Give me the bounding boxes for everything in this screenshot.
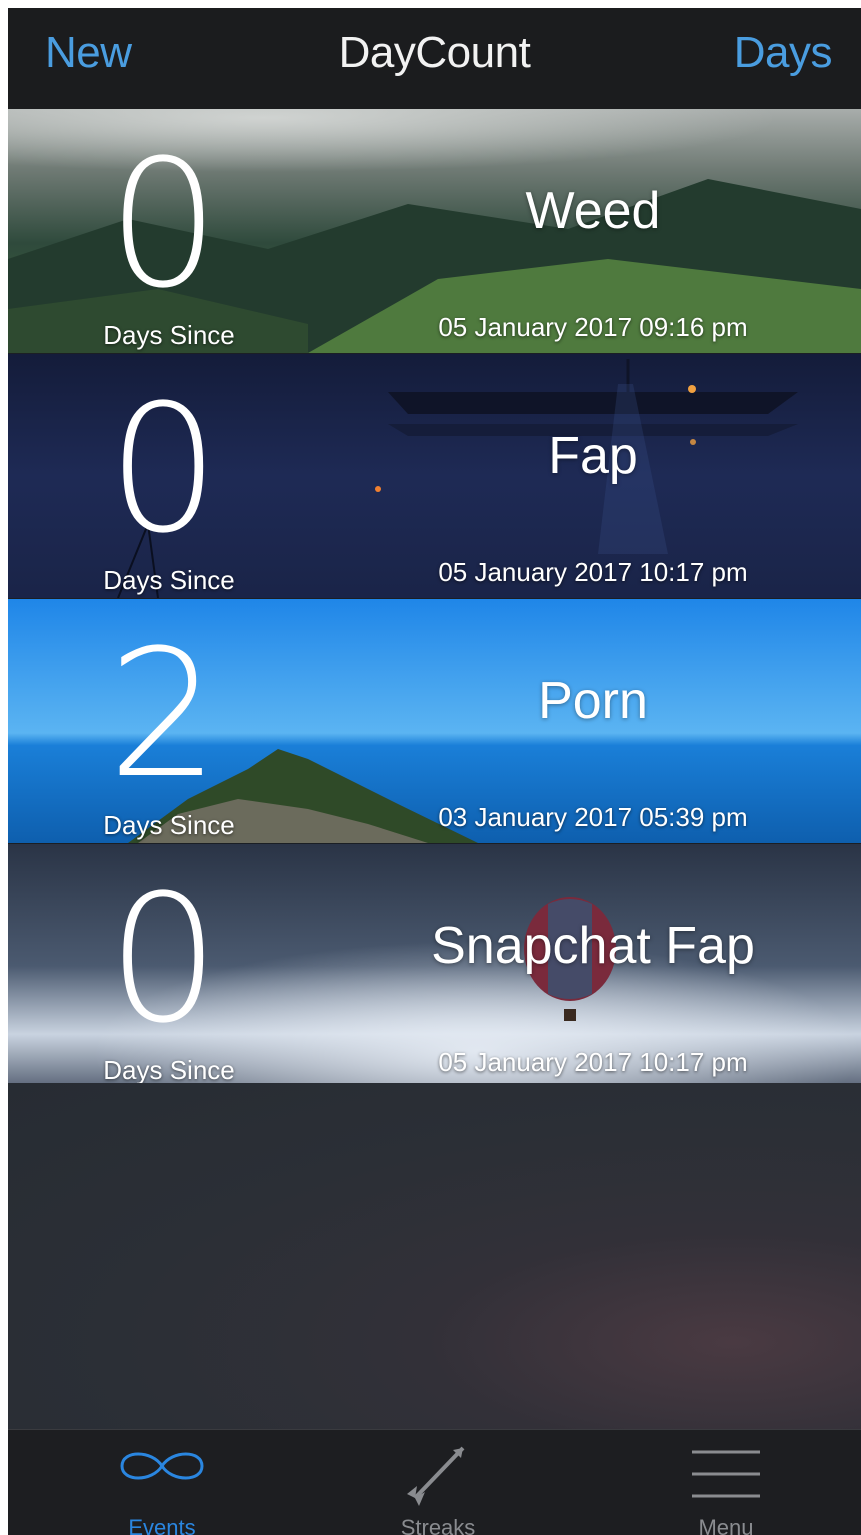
- day-count: 0: [107, 367, 220, 572]
- day-count: 0: [107, 857, 220, 1062]
- day-count: 0: [107, 122, 220, 327]
- event-name: Fap: [548, 427, 638, 485]
- days-button[interactable]: Days: [734, 28, 833, 78]
- arrow-icon: [407, 1446, 465, 1506]
- navigation-bar: New DayCount Days: [8, 8, 861, 109]
- event-date: 03 January 2017 05:39 pm: [438, 802, 748, 832]
- tab-label: Menu: [698, 1515, 754, 1535]
- app-screen: New DayCount Days 0 Days Since Weed 05 J…: [8, 8, 861, 1535]
- tab-streaks[interactable]: Streaks: [296, 1430, 580, 1535]
- empty-list-background: [8, 1083, 861, 1429]
- event-date: 05 January 2017 10:17 pm: [438, 1047, 748, 1077]
- event-date: 05 January 2017 10:17 pm: [438, 557, 748, 587]
- event-name: Weed: [525, 182, 661, 240]
- event-name: Porn: [538, 672, 648, 730]
- event-date: 05 January 2017 09:16 pm: [438, 312, 748, 342]
- days-since-label: Days Since: [103, 1055, 235, 1085]
- event-row-snapchat-fap[interactable]: 0 Days Since Snapchat Fap 05 January 201…: [8, 844, 861, 1089]
- days-since-label: Days Since: [103, 565, 235, 595]
- tab-label: Events: [128, 1515, 196, 1535]
- tab-menu[interactable]: Menu: [584, 1430, 861, 1535]
- event-row-fap[interactable]: 0 Days Since Fap 05 January 2017 10:17 p…: [8, 354, 861, 599]
- infinity-icon: [120, 1452, 204, 1480]
- event-row-weed[interactable]: 0 Days Since Weed 05 January 2017 09:16 …: [8, 109, 861, 354]
- hamburger-menu-icon: [692, 1450, 760, 1498]
- tab-label: Streaks: [400, 1515, 476, 1535]
- event-name: Snapchat Fap: [431, 917, 755, 975]
- tab-bar: Events Streaks Menu: [8, 1429, 861, 1535]
- tab-events[interactable]: Events: [20, 1430, 304, 1535]
- day-count: 2: [107, 612, 220, 817]
- event-row-porn[interactable]: 2 Days Since Porn 03 January 2017 05:39 …: [8, 599, 861, 844]
- days-since-label: Days Since: [103, 320, 235, 350]
- days-since-label: Days Since: [103, 810, 235, 840]
- event-list: 0 Days Since Weed 05 January 2017 09:16 …: [8, 109, 861, 1089]
